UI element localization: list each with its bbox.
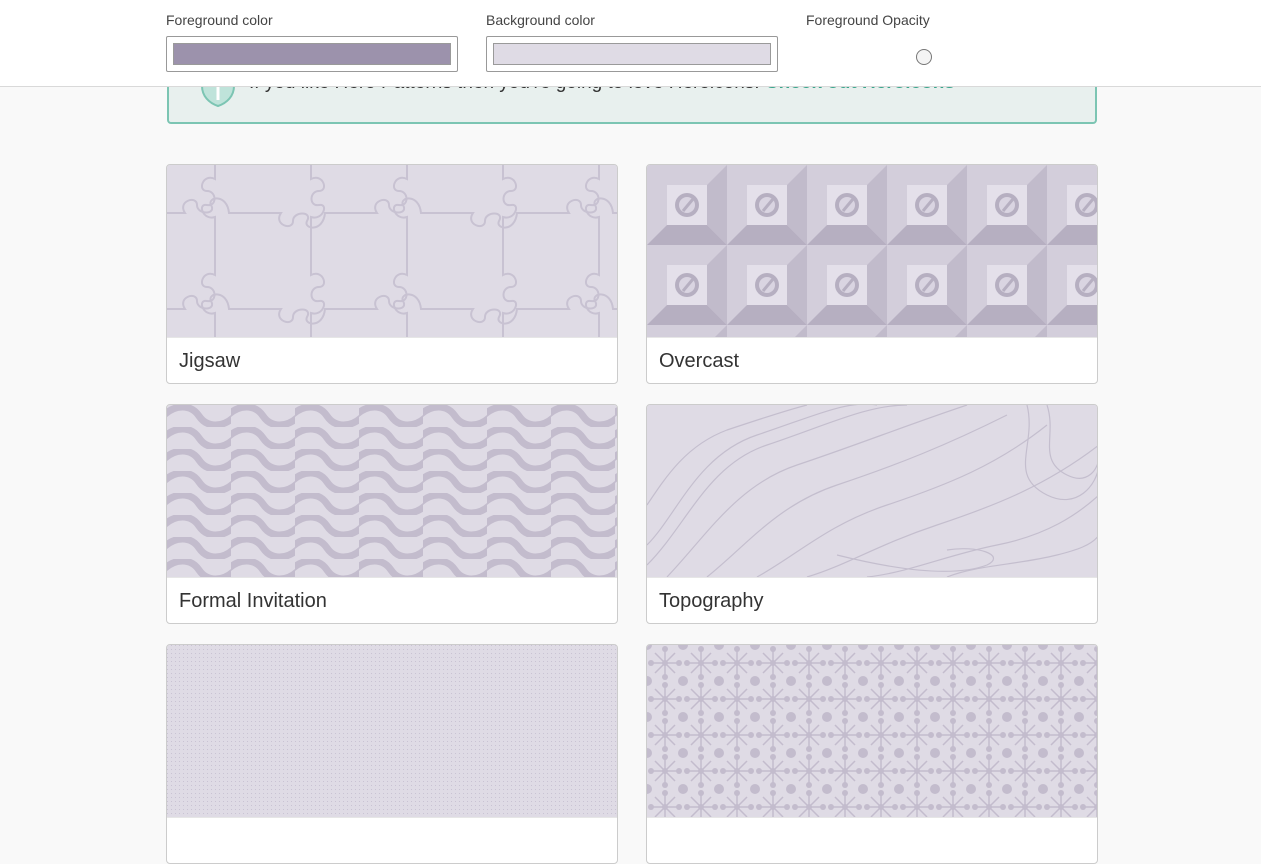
background-color-label: Background color [486, 12, 595, 28]
pattern-title: Formal Invitation [167, 577, 617, 623]
foreground-color-swatch [173, 43, 451, 65]
pattern-title: Topography [647, 577, 1097, 623]
pattern-preview-5 [167, 645, 617, 817]
pattern-preview-overcast [647, 165, 1097, 337]
pattern-card-6[interactable] [646, 644, 1098, 864]
background-color-swatch [493, 43, 771, 65]
pattern-title [647, 817, 1097, 863]
foreground-color-picker[interactable] [166, 36, 458, 72]
pattern-title: Jigsaw [167, 337, 617, 383]
pattern-card-formal-invitation[interactable]: Formal Invitation [166, 404, 618, 624]
background-color-picker[interactable] [486, 36, 778, 72]
foreground-opacity-control: Foreground Opacity [806, 11, 1046, 81]
pattern-preview-jigsaw [167, 165, 617, 337]
foreground-opacity-label: Foreground Opacity [806, 12, 930, 28]
pattern-card-overcast[interactable]: Overcast [646, 164, 1098, 384]
pattern-title: Overcast [647, 337, 1097, 383]
pattern-card-topography[interactable]: Topography [646, 404, 1098, 624]
pattern-title [167, 817, 617, 863]
pattern-card-5[interactable] [166, 644, 618, 864]
pattern-preview-formal-invitation [167, 405, 617, 577]
pattern-preview-6 [647, 645, 1097, 817]
opacity-slider-handle[interactable] [916, 49, 932, 65]
foreground-color-label: Foreground color [166, 12, 273, 28]
color-controls-bar: Foreground color Background color Foregr… [0, 0, 1261, 87]
background-color-control: Background color [486, 11, 778, 72]
foreground-color-control: Foreground color [166, 11, 458, 72]
pattern-card-jigsaw[interactable]: Jigsaw [166, 164, 618, 384]
pattern-preview-topography [647, 405, 1097, 577]
